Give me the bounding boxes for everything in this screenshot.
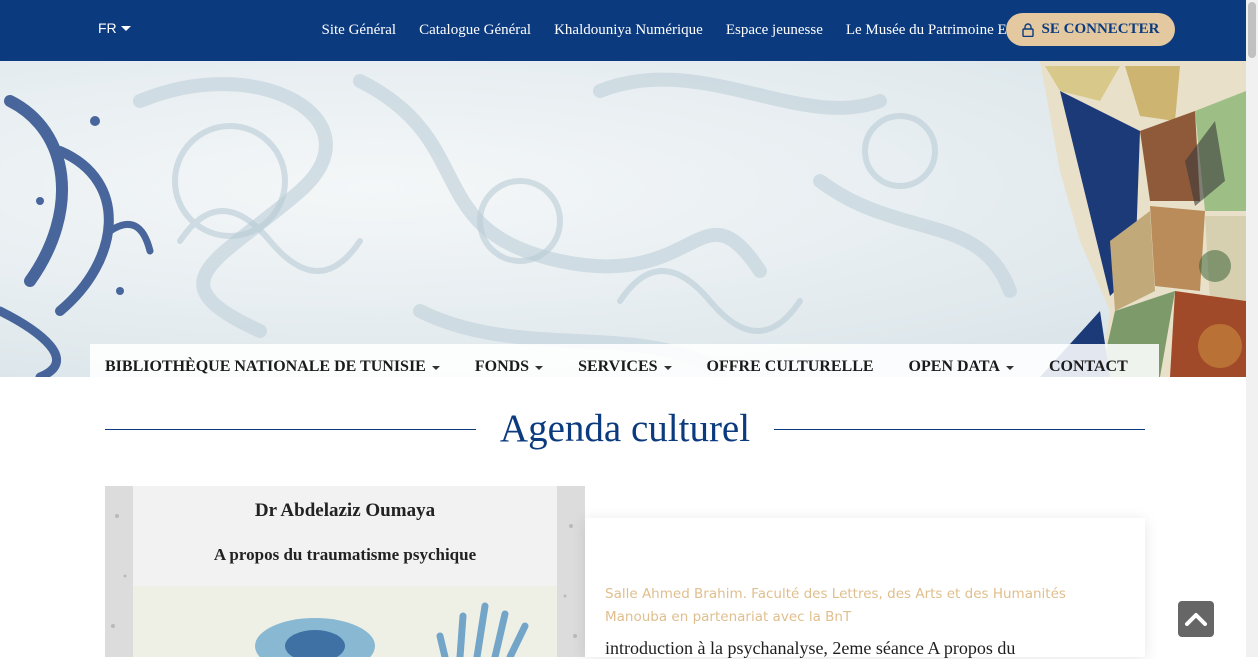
nav-item-open-data[interactable]: OPEN DATA [891, 358, 1031, 376]
link-khaldouniya[interactable]: Khaldouniya Numérique [554, 22, 703, 39]
scrollbar-thumb[interactable] [1248, 2, 1256, 58]
nav-item-contact[interactable]: CONTACT [1031, 358, 1145, 376]
section-header: Agenda culturel [105, 405, 1145, 455]
caret-down-icon [535, 365, 544, 370]
nav-item-offre-culturelle[interactable]: OFFRE CULTURELLE [689, 358, 891, 376]
top-bar: FR Site Général Catalogue Général Khaldo… [0, 0, 1246, 61]
section-title: Agenda culturel [499, 407, 751, 450]
main-navigation: BIBLIOTHÈQUE NATIONALE DE TUNISIE FONDS … [90, 344, 1159, 377]
connect-label: SE CONNECTER [1041, 21, 1160, 37]
event-location: Salle Ahmed Brahim. Faculté des Lettres,… [605, 586, 1066, 625]
lock-icon [1021, 22, 1034, 37]
chevron-up-icon [1185, 613, 1207, 626]
calligraphy-background [0, 61, 1246, 377]
nav-item-label: FONDS [474, 357, 530, 375]
top-links: Site Général Catalogue Général Khaldouni… [310, 0, 1038, 61]
nav-item-services[interactable]: SERVICES [561, 358, 689, 376]
language-label: FR [98, 20, 117, 36]
link-catalogue-general[interactable]: Catalogue Général [419, 22, 531, 39]
connect-button[interactable]: SE CONNECTER [1006, 13, 1175, 46]
event-description: introduction à la psychanalyse, 2eme séa… [605, 638, 1016, 658]
poster-author: Dr Abdelaziz Oumaya [254, 500, 436, 521]
event-card[interactable]: Salle Ahmed Brahim. Faculté des Lettres,… [585, 518, 1145, 658]
nav-item-label: CONTACT [1048, 357, 1128, 375]
caret-down-icon [1005, 365, 1014, 370]
link-espace-jeunesse[interactable]: Espace jeunesse [726, 22, 823, 39]
page-scrollbar[interactable] [1246, 0, 1258, 657]
header-banner: BIBLIOTHÈQUE NATIONALE DE TUNISIE FONDS … [0, 61, 1246, 377]
link-musee-patrimoine[interactable]: Le Musée du Patrimoine Ecrit [846, 22, 1027, 39]
nav-item-fonds[interactable]: FONDS [457, 358, 560, 376]
caret-down-icon [663, 365, 672, 370]
language-selector[interactable]: FR [98, 20, 131, 36]
nav-item-label: SERVICES [578, 357, 658, 375]
nav-item-label: OPEN DATA [908, 357, 1000, 375]
event-poster[interactable]: Dr Abdelaziz Oumaya A propos du traumati… [105, 486, 585, 657]
caret-down-icon [431, 365, 440, 370]
poster-title: A propos du traumatisme psychique [213, 545, 477, 564]
nav-item-bnt[interactable]: BIBLIOTHÈQUE NATIONALE DE TUNISIE [90, 358, 457, 376]
caret-down-icon [120, 26, 131, 31]
scroll-top-button[interactable] [1178, 601, 1214, 637]
nav-item-label: OFFRE CULTURELLE [706, 357, 874, 375]
link-site-general[interactable]: Site Général [322, 22, 397, 39]
nav-item-label: BIBLIOTHÈQUE NATIONALE DE TUNISIE [105, 357, 426, 375]
